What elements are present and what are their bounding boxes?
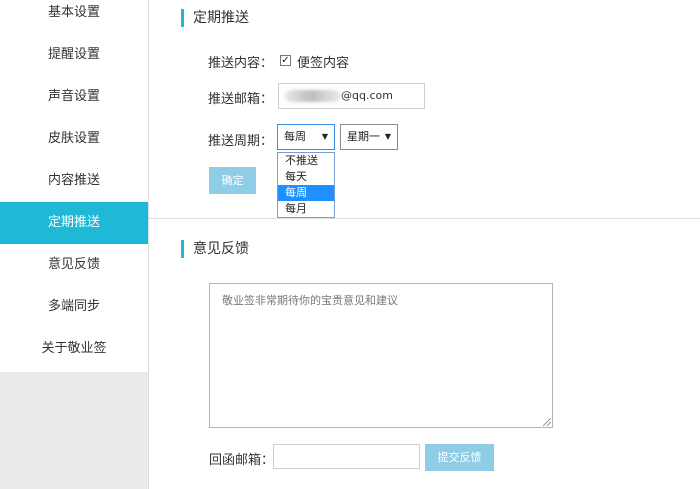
feedback-textarea[interactable]: 敬业签非常期待你的宝贵意见和建议 — [209, 283, 553, 428]
dropdown-option-daily[interactable]: 每天 — [278, 169, 334, 185]
reply-email-input[interactable] — [273, 444, 420, 469]
dropdown-option-monthly[interactable]: 每月 — [278, 201, 334, 217]
chevron-down-icon: ▼ — [321, 132, 328, 141]
email-redacted — [285, 90, 341, 102]
sidebar-list: 基本设置 提醒设置 声音设置 皮肤设置 内容推送 定期推送 意见反馈 多端同步 … — [0, 0, 148, 372]
push-period-select[interactable]: 每周 ▼ — [277, 124, 335, 150]
push-period-label: 推送周期： — [208, 134, 274, 149]
push-email-input[interactable]: @qq.com — [278, 83, 425, 109]
sidebar-item-content-push[interactable]: 内容推送 — [0, 160, 148, 202]
sidebar-item-about[interactable]: 关于敬业签 — [0, 328, 148, 370]
section-title-feedback: 意见反馈 — [181, 240, 249, 258]
sidebar-item-sound-settings[interactable]: 声音设置 — [0, 76, 148, 118]
reply-email-label: 回函邮箱： — [209, 453, 275, 468]
sidebar-item-reminder-settings[interactable]: 提醒设置 — [0, 34, 148, 76]
push-content-checkbox-label: 便签内容 — [297, 56, 350, 71]
confirm-button[interactable]: 确定 — [209, 167, 256, 194]
push-period-dropdown: 不推送 每天 每周 每月 — [277, 152, 335, 218]
dropdown-option-none[interactable]: 不推送 — [278, 153, 334, 169]
main-panel: 定期推送 推送内容： ✓ 便签内容 推送邮箱： @qq.com 推送周期： 每周… — [149, 0, 700, 489]
push-content-checkbox[interactable]: ✓ — [280, 55, 291, 66]
push-content-label: 推送内容： — [208, 56, 274, 71]
sidebar-item-periodic-push[interactable]: 定期推送 — [0, 202, 148, 244]
sidebar-item-multi-sync[interactable]: 多端同步 — [0, 286, 148, 328]
sidebar: 基本设置 提醒设置 声音设置 皮肤设置 内容推送 定期推送 意见反馈 多端同步 … — [0, 0, 149, 489]
sidebar-item-feedback[interactable]: 意见反馈 — [0, 244, 148, 286]
section-divider — [149, 218, 700, 219]
section-title-periodic-push: 定期推送 — [181, 9, 249, 27]
push-email-label: 推送邮箱： — [208, 92, 274, 107]
feedback-textarea-placeholder: 敬业签非常期待你的宝贵意见和建议 — [222, 294, 398, 307]
chevron-down-icon: ▼ — [384, 132, 391, 141]
push-day-select[interactable]: 星期一 ▼ — [340, 124, 398, 150]
push-period-select-value: 每周 — [284, 130, 306, 143]
push-day-select-value: 星期一 — [347, 130, 380, 143]
sidebar-item-skin-settings[interactable]: 皮肤设置 — [0, 118, 148, 160]
dropdown-option-weekly[interactable]: 每周 — [278, 185, 334, 201]
email-suffix: @qq.com — [341, 89, 393, 102]
submit-feedback-button[interactable]: 提交反馈 — [425, 444, 494, 471]
resize-grip-icon[interactable] — [543, 418, 551, 426]
sidebar-item-basic-settings[interactable]: 基本设置 — [0, 0, 148, 34]
